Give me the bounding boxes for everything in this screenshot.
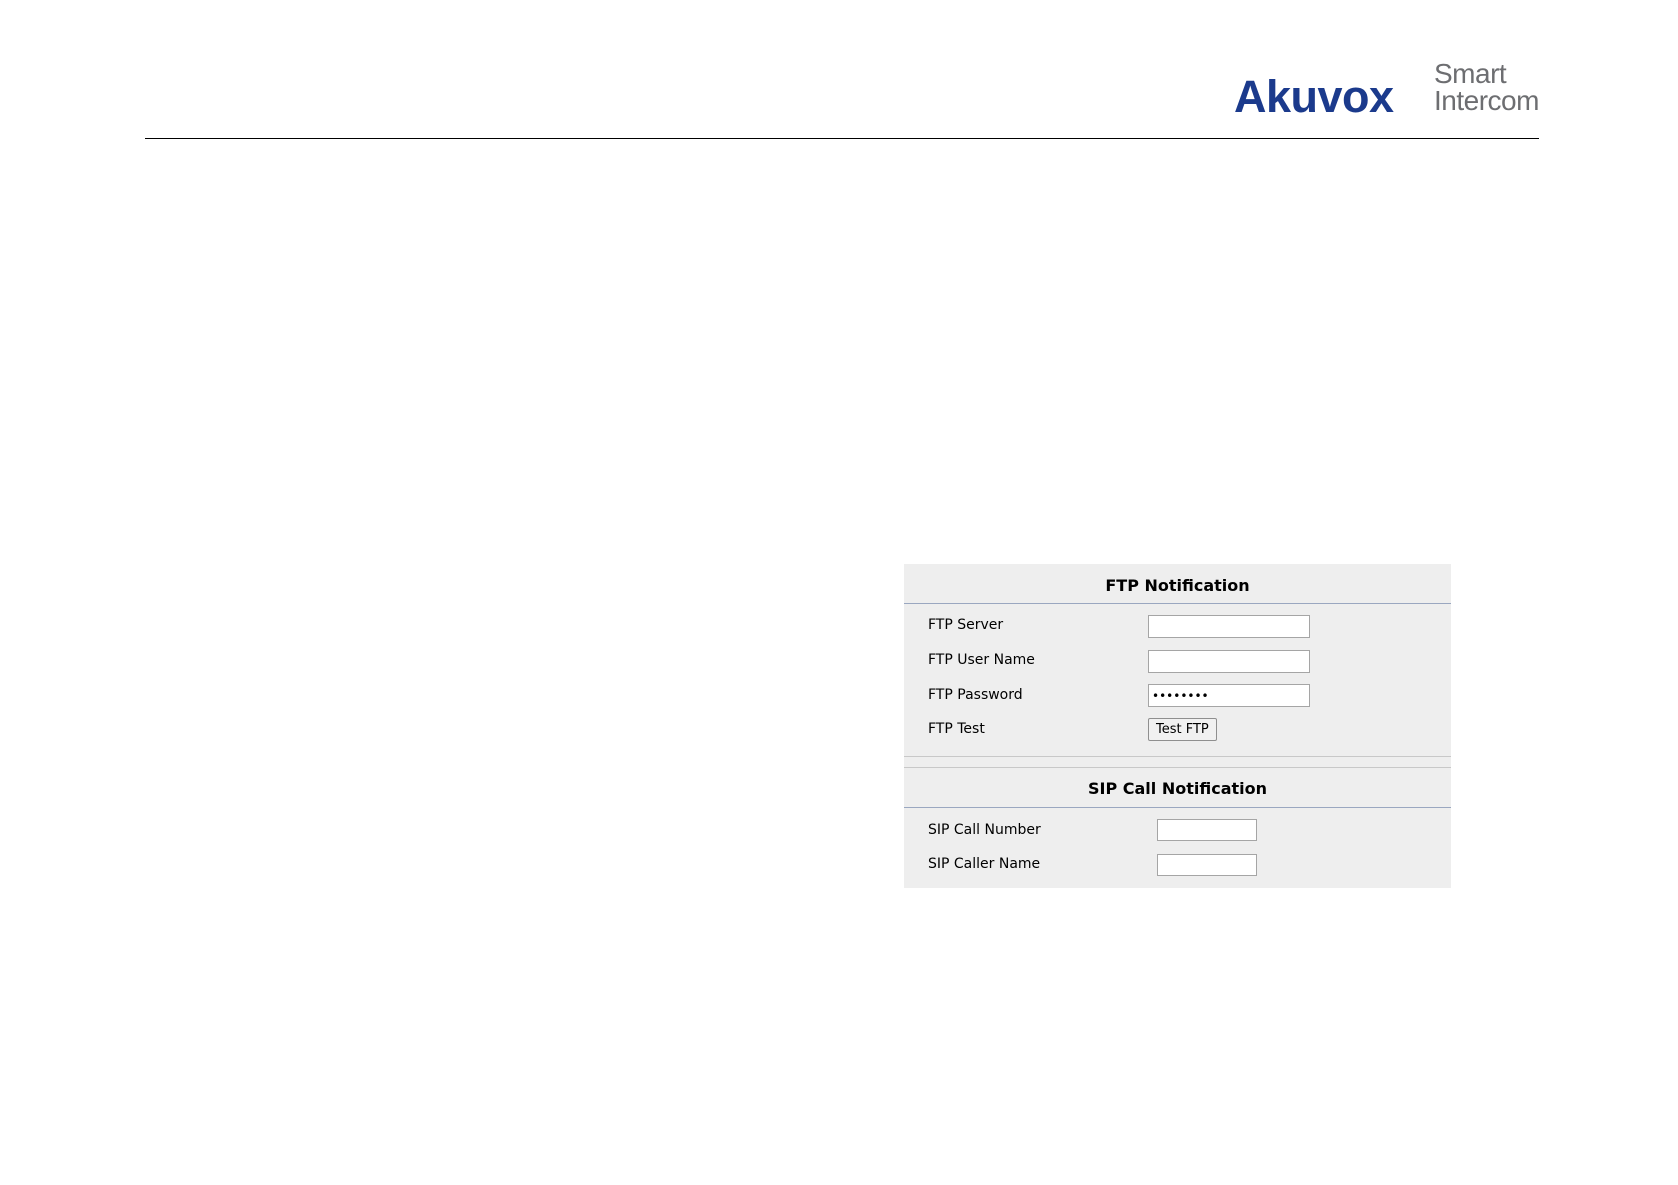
ftp-test-label: FTP Test [928,721,985,737]
sip-call-number-input[interactable] [1157,819,1257,841]
section-separator-bottom [904,767,1451,768]
ftp-user-name-label: FTP User Name [928,652,1035,668]
ftp-password-label: FTP Password [928,687,1023,703]
sip-call-notification-title: SIP Call Notification [1087,779,1268,798]
logo-brand-text: Akuvox [1234,71,1394,122]
ftp-notification-title: FTP Notification [1105,576,1250,595]
logo-tagline-line1: Smart [1434,58,1507,89]
ftp-user-name-input[interactable] [1148,650,1310,673]
ftp-password-input[interactable] [1148,684,1310,707]
section-separator-top [904,756,1451,757]
sip-caller-name-label: SIP Caller Name [928,856,1041,872]
sip-caller-name-input[interactable] [1157,854,1257,876]
akuvox-logo: Akuvox Smart Intercom [1234,60,1544,122]
sip-call-number-label: SIP Call Number [928,822,1041,838]
logo-tagline-line2: Intercom [1434,85,1539,116]
header-divider [145,138,1539,139]
notification-settings-panel: FTP Notification FTP Server FTP User Nam… [904,564,1451,888]
sip-title-divider [904,807,1451,808]
ftp-server-label: FTP Server [928,617,1004,633]
test-ftp-button[interactable]: Test FTP [1148,718,1217,741]
logo-tagline: Smart Intercom [1434,58,1539,116]
ftp-server-input[interactable] [1148,615,1310,638]
ftp-title-divider [904,603,1451,604]
